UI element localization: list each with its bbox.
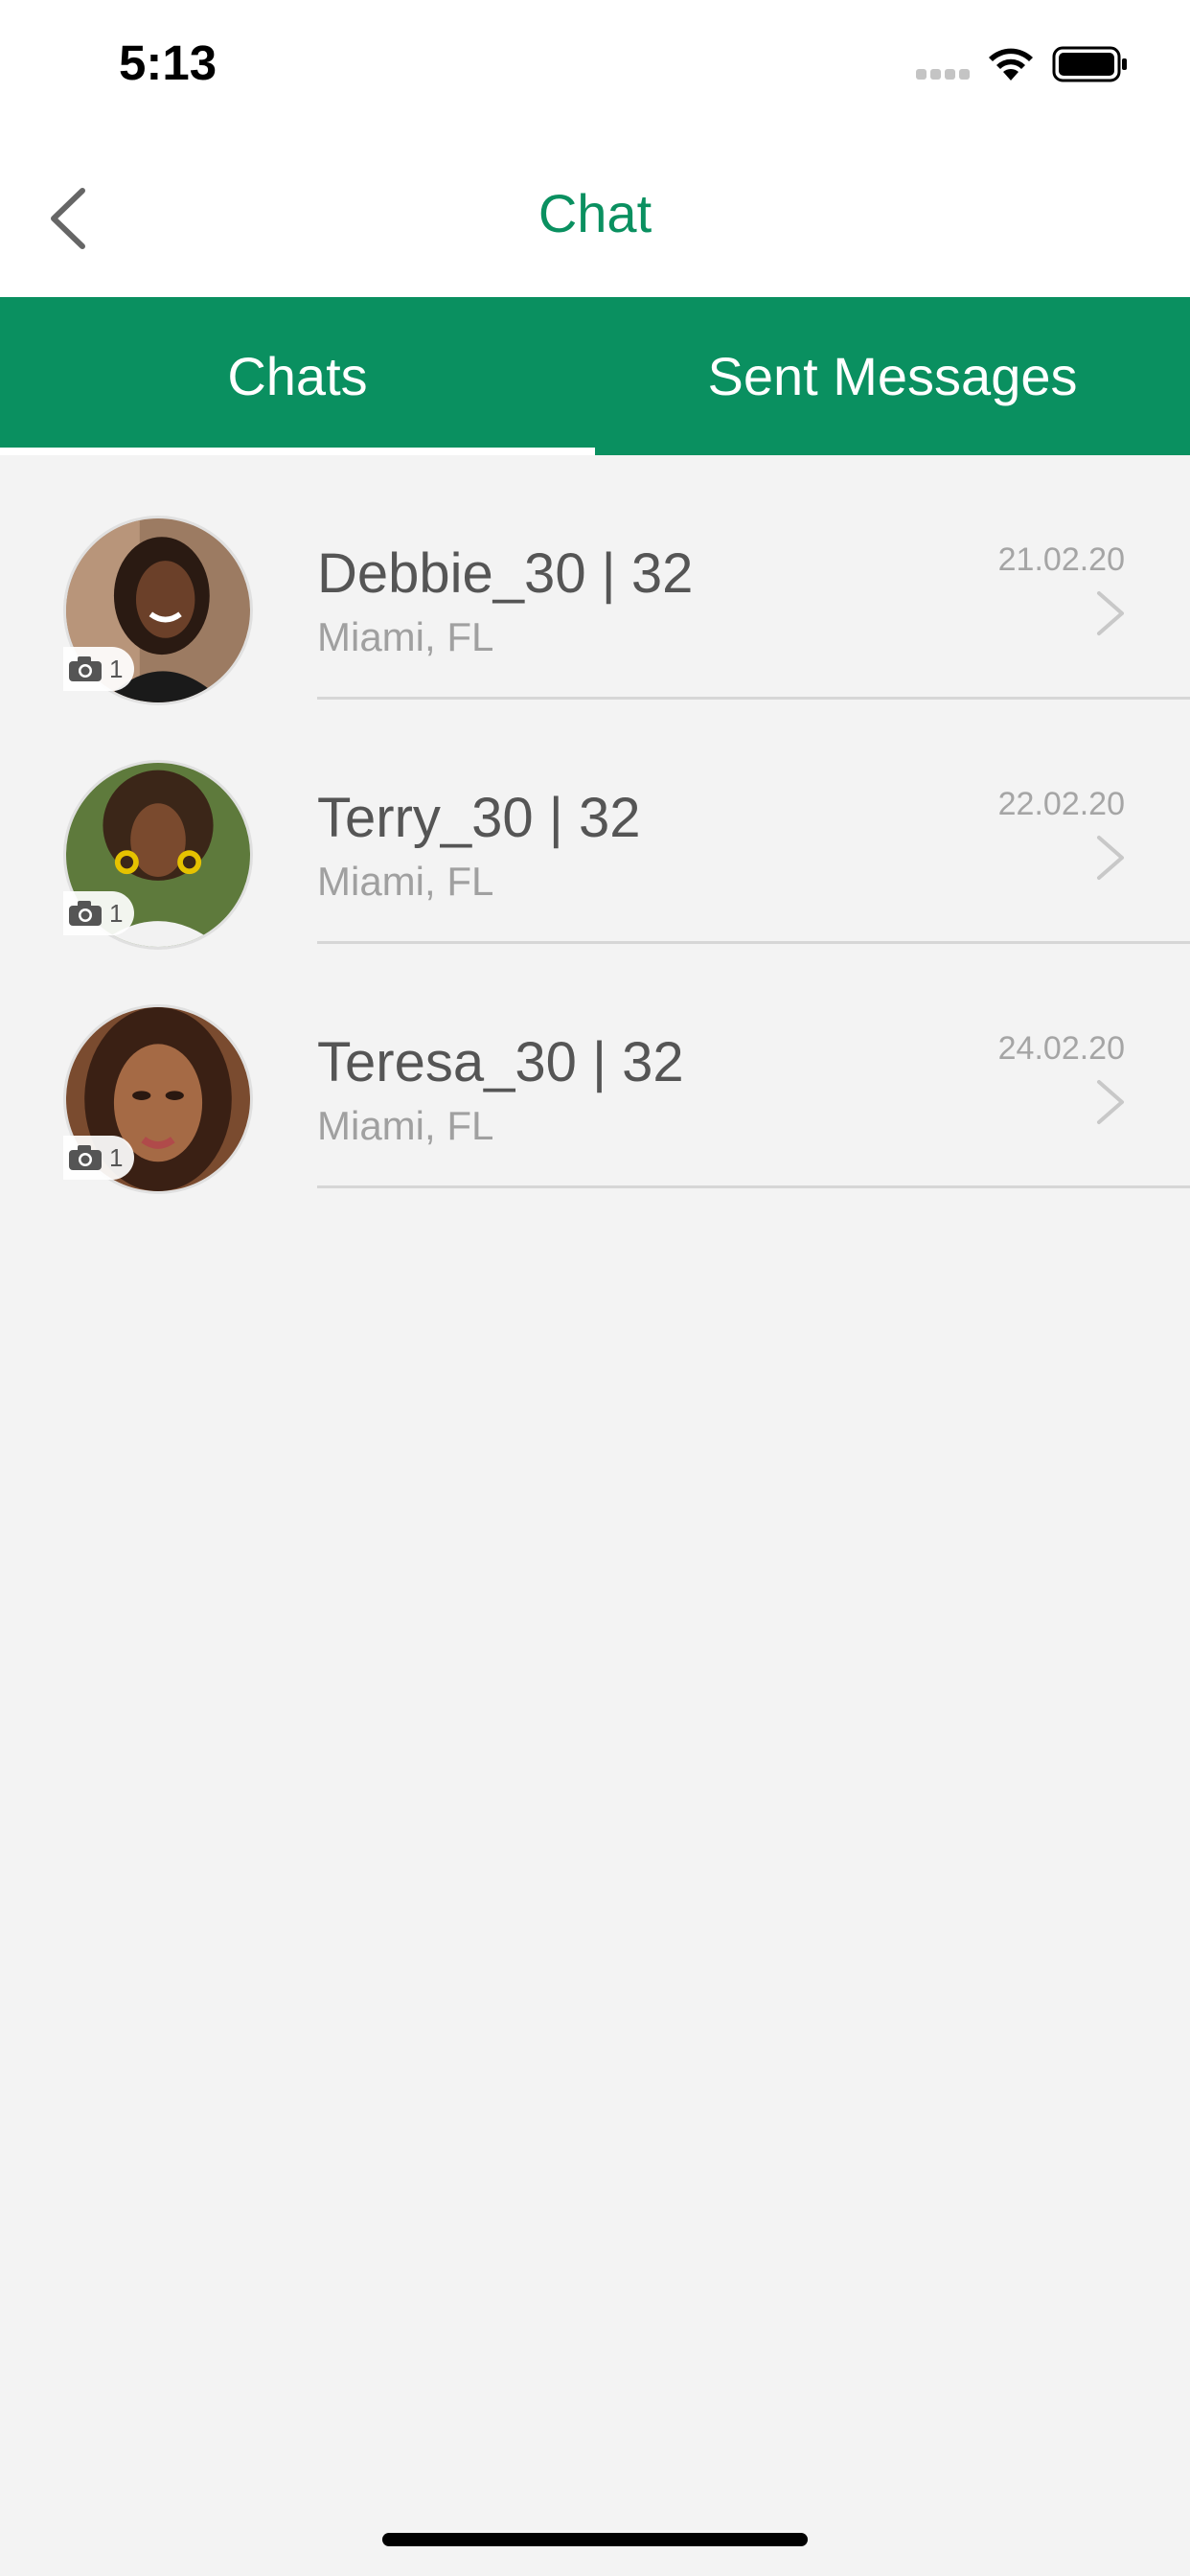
chat-name: Teresa_30 | 32: [317, 1031, 684, 1093]
divider: [317, 1185, 1190, 1188]
tab-bar: Chats Sent Messages: [0, 297, 1190, 455]
photo-count-badge: 1: [63, 647, 135, 691]
photo-count-badge: 1: [63, 891, 135, 935]
camera-icon: [69, 656, 102, 681]
chat-list: 1 Debbie_30 | 32 Miami, FL 21.02.20 1 Te…: [0, 455, 1190, 1194]
tab-sent-messages[interactable]: Sent Messages: [595, 297, 1190, 455]
photo-count: 1: [109, 1142, 124, 1172]
chat-location: Miami, FL: [317, 1103, 494, 1148]
page-title: Chat: [538, 183, 652, 243]
status-bar: 5:13: [0, 0, 1190, 134]
tab-label: Chats: [227, 346, 368, 406]
chat-location: Miami, FL: [317, 859, 494, 904]
chevron-right-icon: [1097, 1080, 1124, 1124]
chat-list-item[interactable]: 1 Terry_30 | 32 Miami, FL 22.02.20: [0, 700, 1190, 950]
navigation-bar: Chat: [0, 134, 1190, 297]
photo-count-badge: 1: [63, 1136, 135, 1180]
photo-count: 1: [109, 654, 124, 683]
chat-date: 24.02.20: [997, 1030, 1125, 1067]
chevron-right-icon: [1097, 591, 1124, 635]
chat-location: Miami, FL: [317, 614, 494, 659]
battery-icon: [1052, 46, 1127, 82]
status-time: 5:13: [119, 35, 217, 90]
home-indicator[interactable]: [382, 2533, 808, 2546]
chat-date: 21.02.20: [997, 541, 1125, 578]
wifi-icon: [989, 48, 1033, 80]
cellular-signal-icon: [916, 69, 972, 80]
camera-icon: [69, 901, 102, 926]
chat-name: Debbie_30 | 32: [317, 542, 694, 605]
tab-chats[interactable]: Chats: [0, 297, 595, 455]
chevron-right-icon: [1097, 836, 1124, 880]
tab-label: Sent Messages: [707, 346, 1078, 406]
camera-icon: [69, 1145, 102, 1170]
photo-count: 1: [109, 898, 124, 928]
chat-list-item[interactable]: 1 Teresa_30 | 32 Miami, FL 24.02.20: [0, 944, 1190, 1194]
chat-name: Terry_30 | 32: [317, 787, 641, 849]
chat-list-item[interactable]: 1 Debbie_30 | 32 Miami, FL 21.02.20: [0, 455, 1190, 705]
chat-date: 22.02.20: [997, 786, 1125, 822]
